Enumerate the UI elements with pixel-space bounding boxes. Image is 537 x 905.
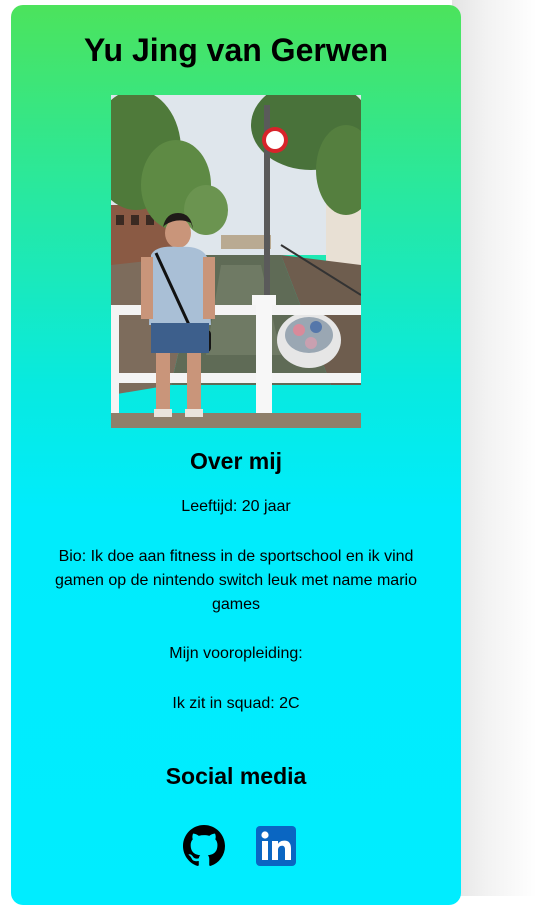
linkedin-link[interactable]: [255, 825, 297, 867]
page-shadow: [452, 0, 537, 896]
age-text: Leeftijd: 20 jaar: [181, 498, 291, 515]
previous-education-text: Mijn vooropleiding:: [169, 645, 303, 662]
squad-text: Ik zit in squad: 2C: [172, 695, 300, 712]
bio-text: Bio: Ik doe aan fitness in de sportschoo…: [55, 548, 417, 613]
social-links: [11, 825, 461, 867]
social-media-title: Social media: [165, 763, 307, 789]
about-title: Over mij: [189, 448, 283, 474]
profile-photo: [111, 95, 361, 428]
profile-card: Yu Jing van Gerwen Over mij Leeftijd: 20…: [11, 5, 461, 905]
github-icon: [183, 825, 225, 867]
github-link[interactable]: [183, 825, 225, 867]
page-title: Yu Jing van Gerwen: [83, 32, 389, 68]
linkedin-icon: [255, 825, 297, 867]
